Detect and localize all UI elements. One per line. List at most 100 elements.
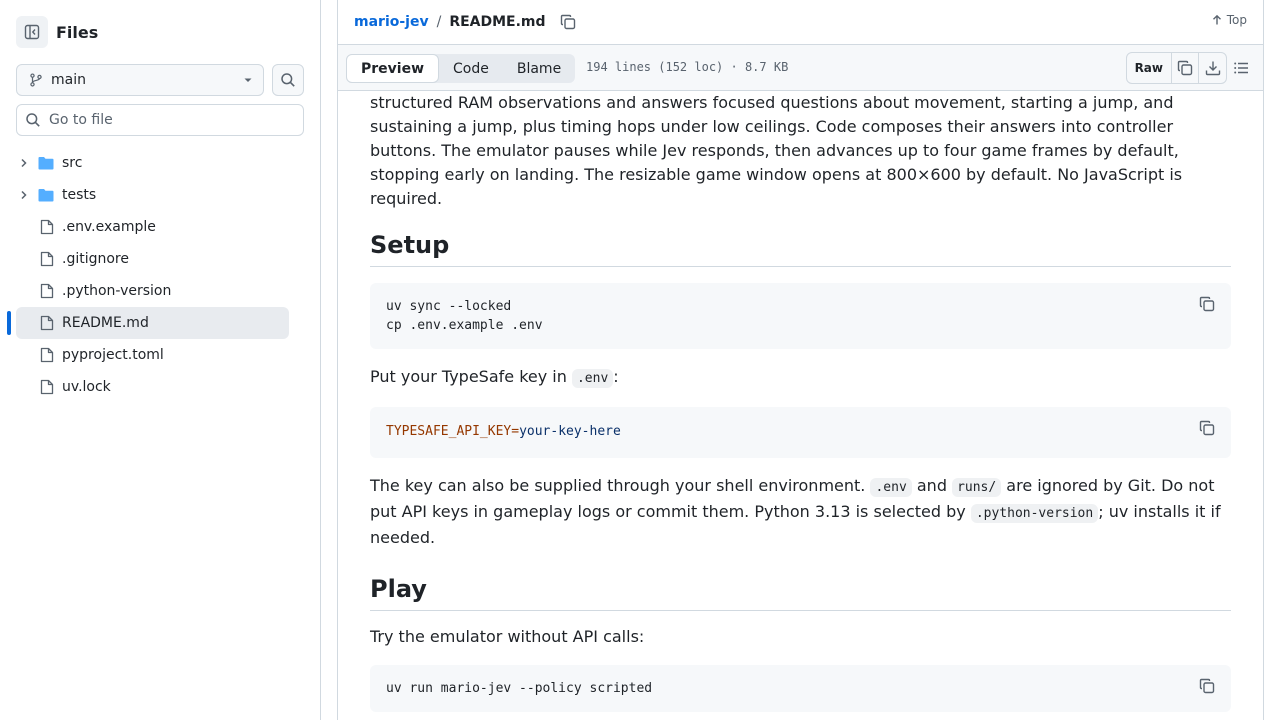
paragraph-text: Put your TypeSafe key in [370, 367, 572, 386]
copy-raw-button[interactable] [1172, 53, 1199, 83]
copy-code-button[interactable] [1199, 420, 1215, 436]
breadcrumb-separator: / [436, 14, 442, 30]
tree-item-label: README.md [62, 315, 149, 331]
inline-code: .python-version [970, 504, 1099, 523]
tree-file-pyproject[interactable]: pyproject.toml [16, 339, 289, 371]
chevron-right-icon[interactable] [16, 189, 32, 201]
tree-file-env-example[interactable]: .env.example [16, 211, 289, 243]
copy-path-button[interactable] [560, 14, 576, 30]
tree-folder-src[interactable]: src [16, 147, 289, 179]
branch-selector[interactable]: main [16, 64, 264, 96]
file-header: Preview Code Blame 194 lines (152 loc) ·… [338, 44, 1263, 91]
search-icon [280, 72, 296, 88]
chevron-right-icon[interactable] [16, 157, 32, 169]
tree-item-label: src [62, 155, 83, 171]
tab-blame[interactable]: Blame [503, 54, 575, 83]
list-icon [1233, 60, 1249, 76]
code-line: TYPESAFE_API_KEY=your-key-here [386, 422, 1215, 441]
env-note-paragraph: The key can also be supplied through you… [370, 474, 1231, 550]
tree-item-label: .gitignore [62, 251, 129, 267]
copy-icon [1199, 678, 1215, 694]
file-icon [40, 379, 54, 395]
tree-file-python-version[interactable]: .python-version [16, 275, 289, 307]
breadcrumb-file: README.md [449, 14, 546, 30]
paragraph-line: The key can also be supplied through you… [370, 474, 1231, 500]
paragraph-text: : [613, 367, 619, 386]
file-icon [40, 283, 54, 299]
intro-line: stopping early on landing. The resizable… [370, 165, 1183, 184]
intro-line: sustaining a jump, plus timing hops unde… [370, 117, 1174, 136]
tab-preview[interactable]: Preview [346, 54, 440, 83]
tree-folder-tests[interactable]: tests [16, 179, 289, 211]
sidebar-title: Files [56, 22, 99, 42]
tree-item-label: .python-version [62, 283, 172, 299]
env-code-block: TYPESAFE_API_KEY=your-key-here [370, 407, 1231, 458]
tree-item-label: pyproject.toml [62, 347, 164, 363]
code-line: uv run mario-jev --policy scripted [386, 681, 653, 696]
tab-code[interactable]: Code [439, 54, 503, 83]
file-tree: src tests .env.example .gitignore .pytho… [7, 147, 289, 403]
play-heading: Play [370, 574, 1231, 611]
intro-line: buttons. The emulator pauses while Jev r… [370, 141, 1179, 160]
download-button[interactable] [1199, 53, 1226, 83]
sidebar-collapse-icon [24, 24, 40, 40]
copy-icon [560, 14, 576, 30]
top-label: Top [1226, 13, 1247, 27]
paragraph-line: put API keys in gameplay logs or commit … [370, 500, 1231, 526]
copy-code-button[interactable] [1199, 678, 1215, 694]
folder-icon [38, 188, 54, 202]
env-value-token: your-key-here [519, 424, 621, 439]
git-branch-icon [29, 73, 43, 87]
outline-button[interactable] [1233, 60, 1249, 76]
intro-paragraph: structured RAM observations and answers … [370, 91, 1231, 211]
readme-content: structured RAM observations and answers … [370, 91, 1231, 712]
paragraph-text: and [911, 476, 953, 495]
view-mode-tabs: Preview Code Blame [346, 54, 576, 83]
search-files-button[interactable] [272, 64, 304, 96]
file-icon [40, 347, 54, 363]
download-icon [1205, 60, 1221, 76]
setup-heading: Setup [370, 230, 1231, 267]
code-line: uv sync --locked [386, 299, 512, 314]
code-block: uv sync --locked cp .env.example .env [370, 283, 1231, 349]
intro-line: required. [370, 189, 443, 208]
breadcrumb-repo-link[interactable]: mario-jev [354, 14, 429, 30]
search-icon [25, 112, 41, 128]
paragraph-text: ; uv installs it if [1098, 502, 1221, 521]
tree-file-gitignore[interactable]: .gitignore [16, 243, 289, 275]
paragraph-text: The key can also be supplied through you… [370, 476, 871, 495]
raw-button[interactable]: Raw [1127, 53, 1172, 83]
file-view: mario-jev / README.md Top Preview Code B… [337, 0, 1264, 720]
copy-code-button[interactable] [1199, 296, 1215, 312]
copy-icon [1177, 60, 1193, 76]
tree-file-readme[interactable]: README.md [7, 307, 289, 339]
intro-line: structured RAM observations and answers … [370, 93, 1174, 112]
code-line: cp .env.example .env [386, 318, 543, 333]
key-paragraph: Put your TypeSafe key in .env: [370, 365, 1231, 391]
arrow-up-icon [1211, 14, 1223, 26]
back-to-top-link[interactable]: Top [1211, 13, 1247, 27]
go-to-file-input[interactable] [49, 112, 289, 128]
file-actions: Raw [1125, 52, 1227, 84]
paragraph-text: are ignored by Git. Do not [1001, 476, 1215, 495]
sidebar-header: Files [16, 16, 98, 48]
env-key-token: TYPESAFE_API_KEY= [386, 424, 520, 439]
play-code-block: uv run mario-jev --policy scripted [370, 665, 1231, 712]
play-paragraph: Try the emulator without API calls: [370, 627, 645, 646]
paragraph-line: needed. [370, 528, 436, 547]
collapse-sidebar-button[interactable] [16, 16, 48, 48]
inline-code: runs/ [952, 478, 1002, 497]
file-tree-sidebar: Files main src tests [0, 0, 321, 720]
go-to-file-field[interactable] [16, 104, 304, 136]
file-icon [40, 219, 54, 235]
tree-item-label: uv.lock [62, 379, 111, 395]
file-icon [40, 251, 54, 267]
branch-name: main [51, 72, 86, 88]
caret-down-icon [243, 75, 253, 85]
copy-icon [1199, 420, 1215, 436]
tree-item-label: .env.example [62, 219, 156, 235]
tree-item-label: tests [62, 187, 97, 203]
file-icon [40, 315, 54, 331]
tree-file-uv-lock[interactable]: uv.lock [16, 371, 289, 403]
folder-icon [38, 156, 54, 170]
